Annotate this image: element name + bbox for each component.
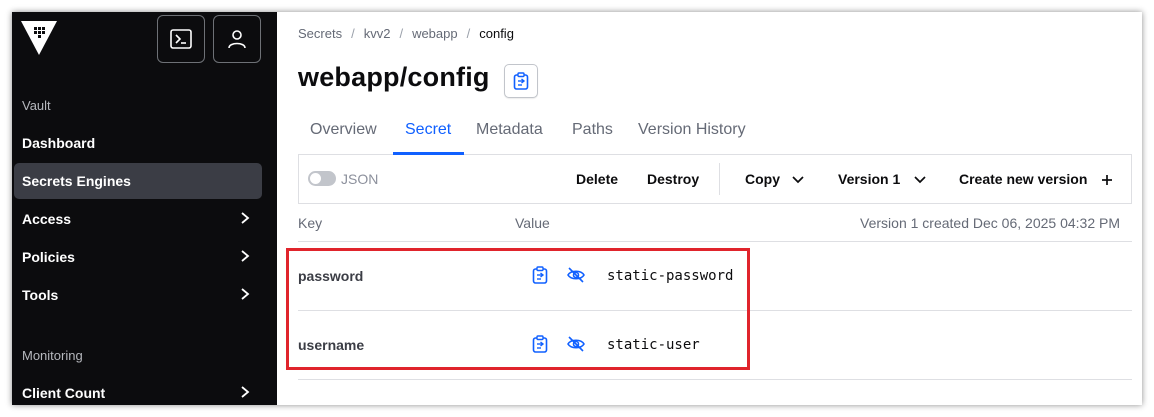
nav-section-monitoring: Monitoring [22,348,83,363]
clipboard-icon [513,72,529,90]
page-title: webapp/config [298,62,490,92]
breadcrumb-link-secrets[interactable]: Secrets [298,26,342,41]
column-header-key: Key [298,215,323,231]
table-header: Key Value Version 1 created Dec 06, 2025… [298,205,1132,242]
delete-button[interactable]: Delete [576,171,618,187]
plus-icon [1102,175,1113,186]
sidebar-item-dashboard[interactable]: Dashboard [12,125,277,161]
version-created-note: Version 1 created Dec 06, 2025 04:32 PM [860,215,1120,231]
tab-bar: Overview Secret Metadata Paths Version H… [298,116,1132,155]
create-new-version-button[interactable]: Create new version [959,171,1113,187]
chevron-down-icon [792,176,804,184]
breadcrumb-separator: / [466,26,471,41]
tab-overview[interactable]: Overview [310,121,377,155]
sidebar-item-label: Client Count [22,385,106,401]
console-button[interactable] [157,15,205,63]
vault-logo-icon[interactable] [19,19,59,57]
breadcrumb-link-kvv2[interactable]: kvv2 [364,26,391,41]
app-window: Vault Dashboard Secrets Engines Access P… [12,12,1142,405]
breadcrumb-link-webapp[interactable]: webapp [412,26,458,41]
sidebar-item-policies[interactable]: Policies [12,239,277,275]
nav-section-vault: Vault [22,98,51,113]
chevron-right-icon [241,212,250,224]
toolbar-divider [719,163,720,195]
sidebar-item-access[interactable]: Access [12,201,277,237]
create-new-version-label: Create new version [959,171,1088,187]
tab-version-history[interactable]: Version History [638,121,746,155]
sidebar-item-label: Tools [22,287,59,303]
copy-dropdown-label: Copy [745,171,780,187]
sidebar-item-label: Access [22,211,72,227]
breadcrumb-current: config [479,26,514,41]
version-dropdown-label: Version 1 [838,171,901,187]
highlight-annotation-box [286,248,750,370]
sidebar-item-label: Dashboard [22,135,96,151]
chevron-right-icon [241,386,250,398]
sidebar-item-tools[interactable]: Tools [12,277,277,313]
column-header-value: Value [515,215,550,231]
tab-secret[interactable]: Secret [405,121,451,155]
sidebar-item-label: Secrets Engines [22,173,131,189]
breadcrumb-separator: / [399,26,404,41]
chevron-right-icon [241,250,250,262]
sidebar-item-client-count[interactable]: Client Count [12,375,277,405]
tab-metadata[interactable]: Metadata [476,121,543,155]
json-toggle-label: JSON [341,171,379,187]
json-toggle[interactable] [308,171,336,186]
copy-dropdown[interactable]: Copy [745,171,804,187]
tab-paths[interactable]: Paths [572,121,613,155]
chevron-right-icon [241,288,250,300]
chevron-down-icon [914,176,926,184]
breadcrumb: Secrets / kvv2 / webapp / config [298,26,514,41]
sidebar-item-secrets-engines[interactable]: Secrets Engines [14,163,262,199]
sidebar: Vault Dashboard Secrets Engines Access P… [12,12,277,405]
sidebar-item-label: Policies [22,249,75,265]
user-icon [228,30,246,49]
copy-path-button[interactable] [504,64,538,98]
user-menu-button[interactable] [213,15,261,63]
version-dropdown[interactable]: Version 1 [838,171,926,187]
destroy-button[interactable]: Destroy [647,171,699,187]
secret-toolbar: JSON Delete Destroy Copy Version 1 Creat… [298,155,1132,204]
console-icon [170,29,192,49]
breadcrumb-separator: / [351,26,355,41]
